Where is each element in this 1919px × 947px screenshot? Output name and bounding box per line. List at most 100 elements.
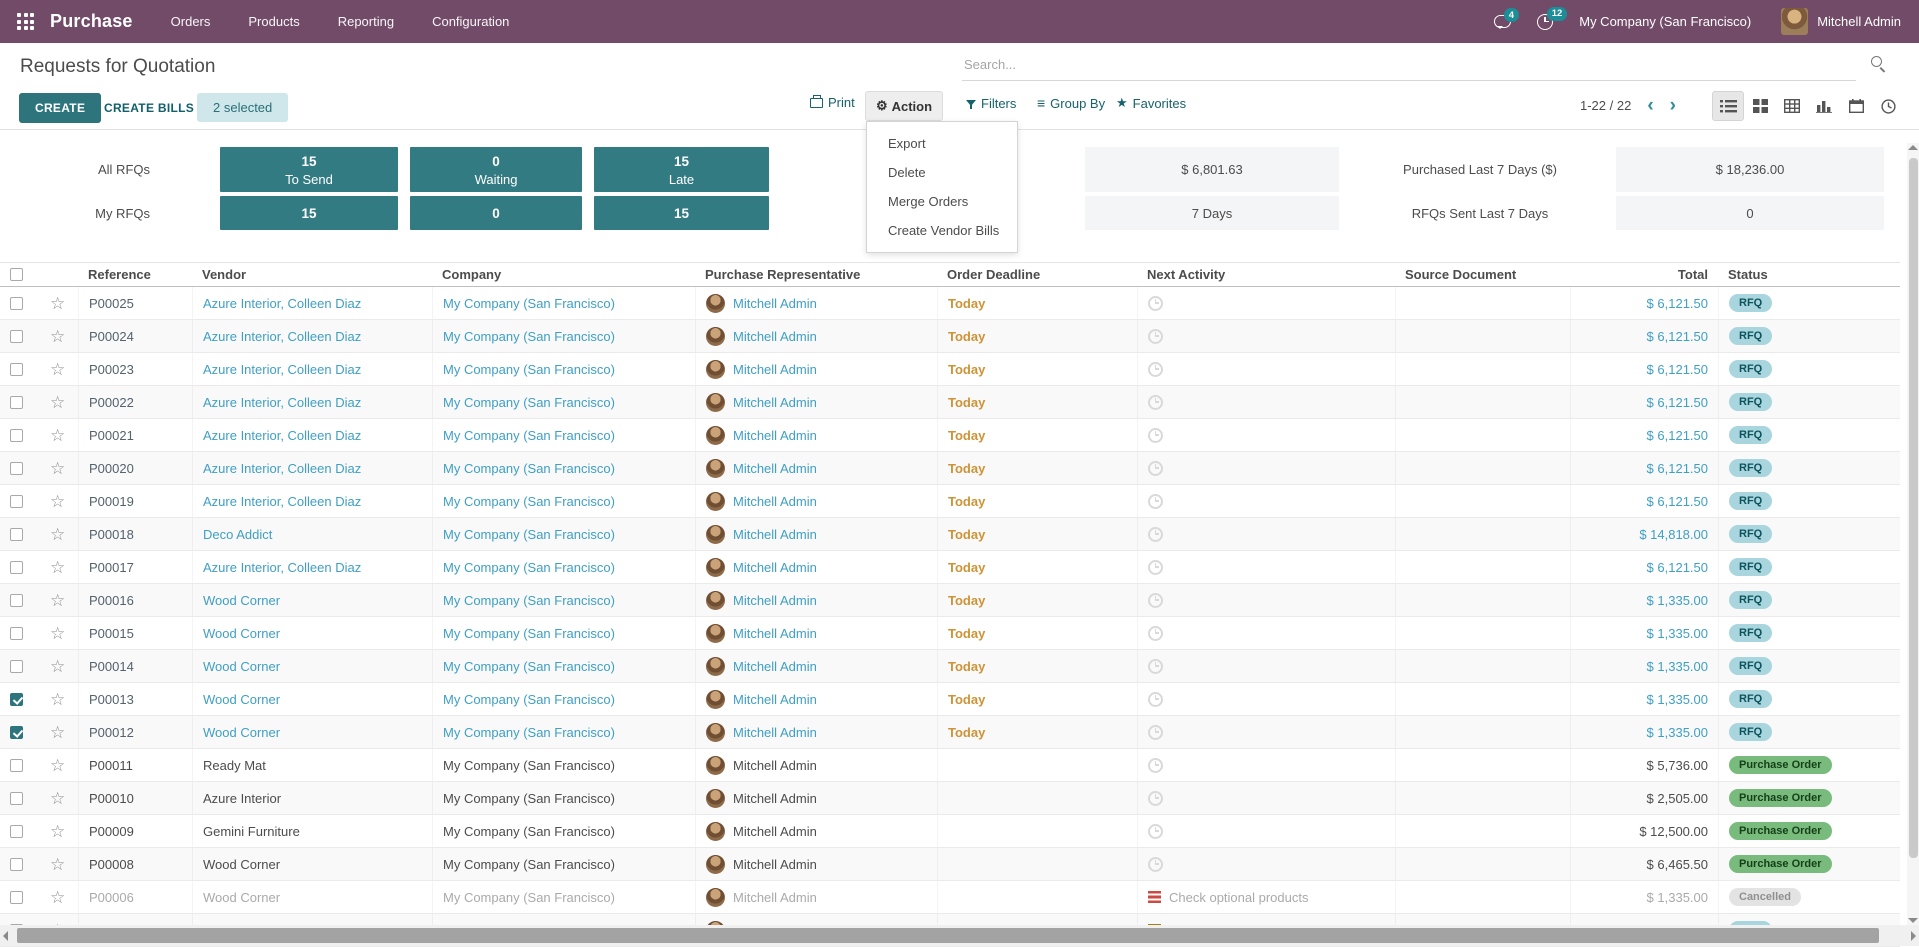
- kpi-to-send-my[interactable]: 15: [220, 196, 398, 230]
- activity-clock-icon[interactable]: [1148, 823, 1163, 839]
- scroll-down-icon[interactable]: [1908, 918, 1918, 923]
- apps-grid-icon[interactable]: [17, 13, 34, 30]
- company-switcher[interactable]: My Company (San Francisco): [1579, 14, 1751, 29]
- horizontal-scrollbar[interactable]: [0, 925, 1919, 946]
- user-avatar[interactable]: [1781, 8, 1809, 35]
- favorite-star-icon[interactable]: ☆: [50, 526, 65, 543]
- menu-item-create-vendor-bills[interactable]: Create Vendor Bills: [867, 216, 1017, 245]
- select-all-checkbox[interactable]: [10, 268, 23, 281]
- favorite-star-icon[interactable]: ☆: [50, 493, 65, 510]
- search-icon[interactable]: [1871, 56, 1882, 67]
- activity-clock-icon[interactable]: [1148, 790, 1163, 806]
- favorite-star-icon[interactable]: ☆: [50, 328, 65, 345]
- table-row[interactable]: ☆ P00018 Deco Addict My Company (San Franci…: [0, 518, 1900, 551]
- favorite-star-icon[interactable]: ☆: [50, 790, 65, 807]
- row-checkbox[interactable]: [10, 824, 23, 838]
- row-checkbox[interactable]: [10, 593, 23, 607]
- col-next-activity[interactable]: Next Activity: [1137, 263, 1395, 286]
- activity-clock-icon[interactable]: [1148, 526, 1163, 542]
- favorite-star-icon[interactable]: ☆: [50, 823, 65, 840]
- row-checkbox[interactable]: [10, 461, 23, 475]
- print-button[interactable]: Print: [810, 94, 855, 110]
- activity-clock-icon[interactable]: [1148, 658, 1163, 674]
- groupby-button[interactable]: ≡ Group By: [1037, 95, 1105, 111]
- favorite-star-icon[interactable]: ☆: [50, 592, 65, 609]
- activity-clock-icon[interactable]: [1148, 592, 1163, 608]
- pager-prev-icon[interactable]: ‹: [1647, 96, 1653, 115]
- menu-item-export[interactable]: Export: [867, 129, 1017, 158]
- table-row[interactable]: ☆ P00022 Azure Interior, Colleen Diaz My Co…: [0, 386, 1900, 419]
- activity-clock-icon[interactable]: [1148, 559, 1163, 575]
- favorite-star-icon[interactable]: ☆: [50, 460, 65, 477]
- activity-clock-icon[interactable]: [1148, 328, 1163, 344]
- col-status[interactable]: Status: [1718, 263, 1900, 286]
- messages-icon[interactable]: 4: [1494, 8, 1519, 29]
- activity-clock-icon[interactable]: [1148, 295, 1163, 311]
- scroll-left-icon[interactable]: [3, 931, 8, 941]
- activity-clock-icon[interactable]: [1148, 691, 1163, 707]
- favorite-star-icon[interactable]: ☆: [50, 856, 65, 873]
- row-checkbox[interactable]: [10, 296, 23, 310]
- create-button[interactable]: CREATE: [19, 93, 102, 123]
- activity-late-icon[interactable]: [1148, 891, 1161, 903]
- table-row[interactable]: ☆ P00010 Azure Interior My Company (San Fra…: [0, 782, 1900, 815]
- row-checkbox[interactable]: [10, 494, 23, 508]
- menu-item-merge-orders[interactable]: Merge Orders: [867, 187, 1017, 216]
- col-vendor[interactable]: Vendor: [192, 263, 432, 286]
- table-row[interactable]: ☆ P00009 Gemini Furniture My Company (San F…: [0, 815, 1900, 848]
- table-row[interactable]: ☆ P00020 Azure Interior, Colleen Diaz My Co…: [0, 452, 1900, 485]
- nav-products[interactable]: Products: [248, 14, 299, 29]
- create-bills-button[interactable]: CREATE BILLS: [92, 93, 206, 123]
- kpi-to-send-all[interactable]: 15 To Send: [220, 147, 398, 192]
- search-input[interactable]: [962, 53, 1856, 81]
- table-row[interactable]: ☆ P00008 Wood Corner My Company (San Franci…: [0, 848, 1900, 881]
- action-button[interactable]: ⚙ Action: [865, 91, 943, 121]
- calendar-view-button[interactable]: [1840, 91, 1872, 121]
- col-company[interactable]: Company: [432, 263, 695, 286]
- table-row[interactable]: ☆ P00023 Azure Interior, Colleen Diaz My Co…: [0, 353, 1900, 386]
- activity-clock-icon[interactable]: [1148, 427, 1163, 443]
- table-row[interactable]: ☆ P00025 Azure Interior, Colleen Diaz My Co…: [0, 287, 1900, 320]
- table-row[interactable]: ☆ P00014 Wood Corner My Company (San Franci…: [0, 650, 1900, 683]
- nav-reporting[interactable]: Reporting: [338, 14, 394, 29]
- table-row[interactable]: ☆ P00012 Wood Corner My Company (San Franci…: [0, 716, 1900, 749]
- kpi-waiting-my[interactable]: 0: [410, 196, 582, 230]
- row-checkbox[interactable]: [10, 626, 23, 640]
- activities-icon[interactable]: 12: [1537, 6, 1567, 30]
- table-row[interactable]: ☆ P00019 Azure Interior, Colleen Diaz My Co…: [0, 485, 1900, 518]
- activity-view-button[interactable]: [1872, 91, 1904, 121]
- row-checkbox[interactable]: [10, 527, 23, 541]
- table-row[interactable]: ☆ P00006 Wood Corner My Company (San Franci…: [0, 881, 1900, 914]
- table-row[interactable]: ☆ P00021 Azure Interior, Colleen Diaz My Co…: [0, 419, 1900, 452]
- table-row[interactable]: ☆ P00017 Azure Interior, Colleen Diaz My Co…: [0, 551, 1900, 584]
- activity-clock-icon[interactable]: [1148, 460, 1163, 476]
- favorite-star-icon[interactable]: ☆: [50, 889, 65, 906]
- row-checkbox[interactable]: [10, 428, 23, 442]
- table-row[interactable]: ☆ P00013 Wood Corner My Company (San Franci…: [0, 683, 1900, 716]
- vertical-scrollbar[interactable]: [1907, 143, 1919, 925]
- kpi-late-my[interactable]: 15: [594, 196, 769, 230]
- row-checkbox[interactable]: [10, 758, 23, 772]
- favorite-star-icon[interactable]: ☆: [50, 427, 65, 444]
- app-title[interactable]: Purchase: [50, 11, 133, 32]
- row-checkbox[interactable]: [10, 362, 23, 376]
- favorites-button[interactable]: ★ Favorites: [1116, 95, 1186, 111]
- activity-clock-icon[interactable]: [1148, 493, 1163, 509]
- graph-view-button[interactable]: [1808, 91, 1840, 121]
- horizontal-scroll-thumb[interactable]: [17, 928, 1879, 943]
- table-row[interactable]: ☆ P00015 Wood Corner My Company (San Franci…: [0, 617, 1900, 650]
- table-row[interactable]: ☆ P00016 Wood Corner My Company (San Franci…: [0, 584, 1900, 617]
- row-checkbox[interactable]: [10, 791, 23, 805]
- activity-clock-icon[interactable]: [1148, 856, 1163, 872]
- favorite-star-icon[interactable]: ☆: [50, 757, 65, 774]
- favorite-star-icon[interactable]: ☆: [50, 295, 65, 312]
- user-menu[interactable]: Mitchell Admin: [1817, 14, 1901, 29]
- row-checkbox[interactable]: [10, 692, 23, 706]
- activity-clock-icon[interactable]: [1148, 625, 1163, 641]
- col-reference[interactable]: Reference: [78, 263, 192, 286]
- activity-clock-icon[interactable]: [1148, 757, 1163, 773]
- favorite-star-icon[interactable]: ☆: [50, 625, 65, 642]
- pivot-view-button[interactable]: [1776, 91, 1808, 121]
- favorite-star-icon[interactable]: ☆: [50, 658, 65, 675]
- table-row[interactable]: ☆ P00024 Azure Interior, Colleen Diaz My Co…: [0, 320, 1900, 353]
